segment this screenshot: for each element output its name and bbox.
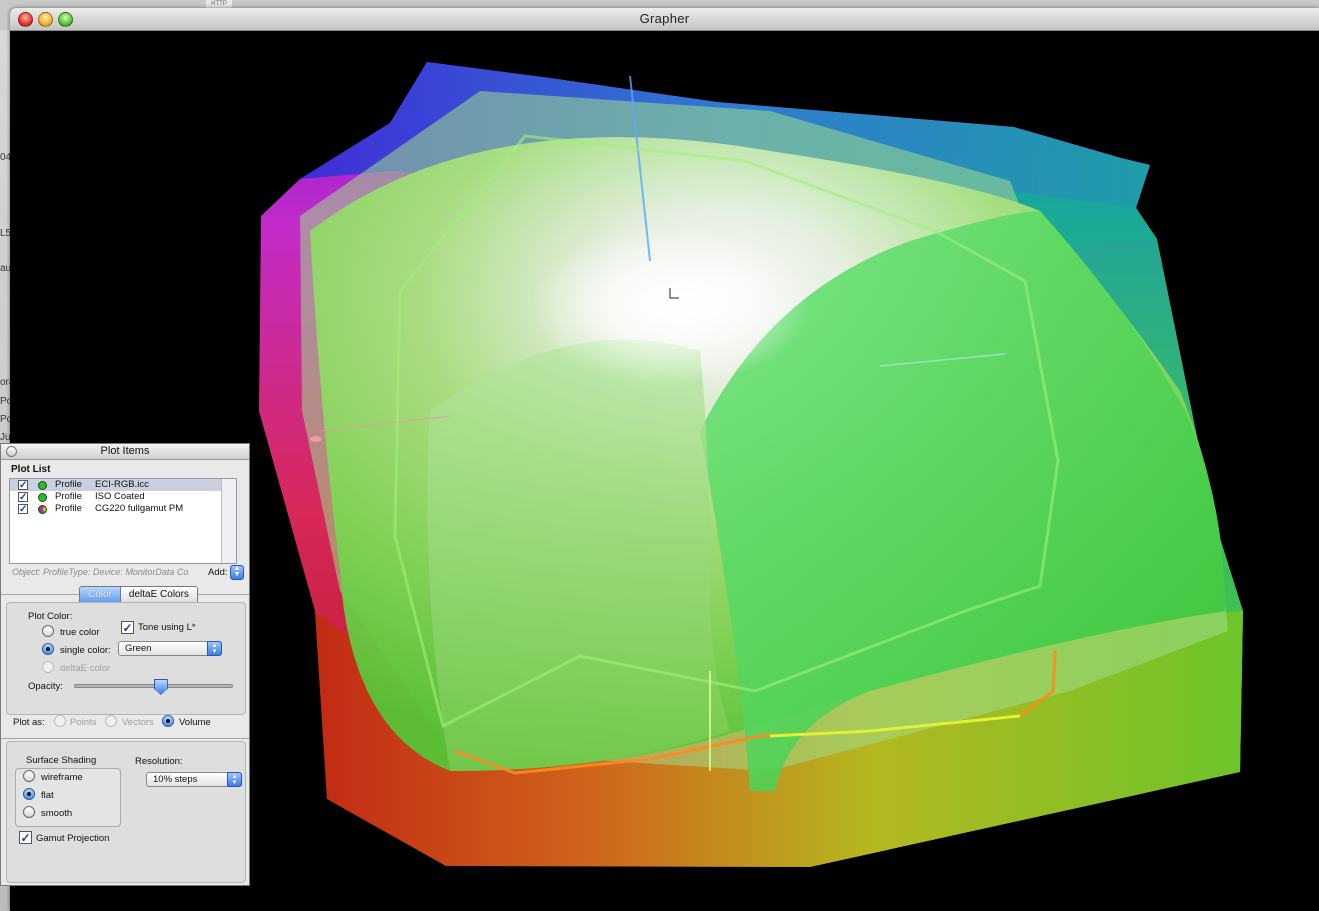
gamut-left-face <box>427 339 730 771</box>
profile-color-dot-icon <box>38 504 47 514</box>
white-point-highlight <box>530 226 810 386</box>
opacity-slider[interactable] <box>74 679 233 695</box>
tab-delta-e-colors[interactable]: deltaE Colors <box>119 587 197 603</box>
single-color-value: Green <box>125 643 152 654</box>
palette-title-bar[interactable]: Plot Items <box>1 444 249 460</box>
popup-arrows-icon: ▲ ▼ <box>207 641 222 656</box>
true-color-label: true color <box>60 627 100 638</box>
smooth-radio[interactable] <box>23 806 35 818</box>
background-window-fragment: HTTP <box>206 0 232 8</box>
tone-label: Tone using L* <box>138 622 196 633</box>
plot-as-label: Plot as: <box>13 717 45 728</box>
vectors-radio[interactable] <box>105 715 117 727</box>
tab-color[interactable]: Color <box>80 587 120 603</box>
plot-list-row[interactable]: ✓ Profile CG220 fullgamut PM <box>10 503 236 515</box>
popup-arrows-icon: ▲ ▼ <box>227 772 242 787</box>
resolution-label: Resolution: <box>135 756 183 767</box>
tone-checkbox[interactable]: ✓ <box>121 621 134 634</box>
wireframe-label: wireframe <box>41 772 83 783</box>
plot-list[interactable]: ✓ Profile ECI-RGB.icc ✓ Profile ISO Coated ✓ Pr… <box>9 478 237 564</box>
surface-shading-label: Surface Shading <box>26 755 97 766</box>
resolution-popup[interactable]: 10% steps ▲ ▼ <box>146 772 242 787</box>
flat-label: flat <box>41 790 54 801</box>
points-label: Points <box>70 717 97 728</box>
palette-close-button[interactable] <box>6 446 17 457</box>
plot-item-name: ECI-RGB.icc <box>95 479 149 490</box>
profile-color-dot-icon <box>38 480 47 490</box>
add-popup-button[interactable]: ▲ ▼ <box>230 565 244 580</box>
vectors-label: Vectors <box>122 717 154 728</box>
plot-item-type: Profile <box>55 491 82 502</box>
object-status-text: Object: ProfileType: Device: MonitorData… <box>12 567 189 577</box>
palette-title: Plot Items <box>100 445 150 457</box>
delta-e-color-label: deltaE color <box>60 663 111 674</box>
axis-marker <box>310 436 322 442</box>
opacity-label: Opacity: <box>28 681 63 692</box>
plot-list-scrollbar[interactable] <box>221 479 236 563</box>
points-radio[interactable] <box>54 715 66 727</box>
plot-color-label: Plot Color: <box>28 611 73 622</box>
gamut-projection-label: Gamut Projection <box>36 833 110 844</box>
plot-item-name: ISO Coated <box>95 491 145 502</box>
gamut-projection-checkbox[interactable]: ✓ <box>19 831 32 844</box>
volume-label: Volume <box>179 717 211 728</box>
plot-item-type: Profile <box>55 503 82 514</box>
volume-radio[interactable] <box>162 715 174 727</box>
plot-items-palette: Plot Items Plot List ✓ Profile ECI-RGB.icc… <box>0 443 250 886</box>
add-label: Add: <box>208 567 228 578</box>
single-color-radio[interactable] <box>42 643 54 655</box>
wireframe-radio[interactable] <box>23 770 35 782</box>
single-color-popup[interactable]: Green ▲ ▼ <box>118 641 222 656</box>
plot-list-row[interactable]: ✓ Profile ECI-RGB.icc <box>10 479 236 491</box>
window-title: Grapher <box>639 11 690 26</box>
plot-item-checkbox[interactable]: ✓ <box>18 492 28 503</box>
smooth-label: smooth <box>41 808 73 819</box>
delta-e-color-radio[interactable] <box>42 661 54 673</box>
profile-color-dot-icon <box>38 492 47 502</box>
plot-item-checkbox[interactable]: ✓ <box>18 504 28 515</box>
title-bar[interactable]: Grapher <box>10 8 1319 31</box>
background-fragment-label: HTTP <box>211 1 227 7</box>
plot-item-checkbox[interactable]: ✓ <box>18 480 28 491</box>
plot-item-type: Profile <box>55 479 82 490</box>
flat-radio[interactable] <box>23 788 35 800</box>
single-color-label: single color: <box>60 645 111 656</box>
true-color-radio[interactable] <box>42 625 54 637</box>
plot-list-row[interactable]: ✓ Profile ISO Coated <box>10 491 236 503</box>
plot-list-label: Plot List <box>11 464 51 475</box>
plot-item-name: CG220 fullgamut PM <box>95 503 184 514</box>
divider <box>1 738 249 739</box>
resolution-value: 10% steps <box>153 774 198 785</box>
